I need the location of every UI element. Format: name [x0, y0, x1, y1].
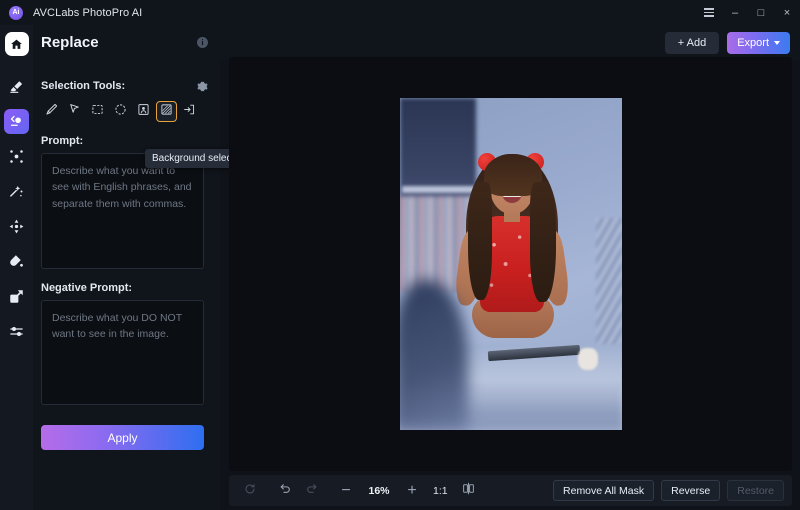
sidebar-item-adjust[interactable] [4, 319, 29, 344]
fit-ratio-button[interactable]: 1:1 [425, 485, 456, 497]
sidebar-item-erase[interactable] [4, 74, 29, 99]
selection-tools-group [33, 101, 220, 122]
negative-prompt-label: Negative Prompt: [41, 282, 133, 294]
app-window: Ai AVCLabs PhotoPro AI – □ × Replace i S… [0, 0, 800, 510]
chevron-down-icon [774, 40, 780, 45]
undo-button[interactable] [272, 480, 298, 502]
undo-arrow-icon [279, 482, 292, 500]
sidebar-item-expand[interactable] [4, 214, 29, 239]
prompt-input[interactable]: Describe what you want to see with Engli… [41, 153, 204, 269]
photo-shelf [401, 186, 476, 193]
lasso-tool[interactable] [64, 101, 85, 122]
sidebar-item-enhance[interactable] [4, 144, 29, 169]
app-title: AVCLabs PhotoPro AI [33, 6, 143, 19]
split-compare-icon [462, 482, 475, 500]
apply-button[interactable]: Apply [41, 425, 204, 450]
zoom-level-value: 16% [368, 484, 390, 497]
ellipse-icon [114, 103, 127, 121]
reset-button[interactable] [237, 480, 263, 502]
selection-tools-row: Selection Tools: [33, 73, 220, 99]
eraser-icon [9, 79, 24, 94]
magic-wand-icon [9, 184, 24, 199]
hamburger-menu-button[interactable] [696, 0, 722, 25]
redo-button[interactable] [298, 480, 324, 502]
app-logo-text: Ai [12, 9, 20, 16]
maximize-button[interactable]: □ [748, 0, 774, 25]
replace-face-icon [9, 114, 24, 129]
background-hatch-icon [160, 103, 173, 121]
enhance-sparkle-icon [9, 149, 24, 164]
hamburger-menu-icon [704, 8, 714, 17]
minimize-button[interactable]: – [722, 0, 748, 25]
bottom-right-actions: Remove All Mask Reverse Restore [553, 480, 784, 501]
brush-tool[interactable] [41, 101, 62, 122]
app-logo-icon: Ai [9, 5, 23, 20]
sidebar-item-retouch[interactable] [4, 179, 29, 204]
title-bar: Ai AVCLabs PhotoPro AI – □ × [0, 0, 800, 25]
import-selection-tool[interactable] [179, 101, 200, 122]
zoom-in-button[interactable]: + [399, 480, 425, 502]
ellipse-select-tool[interactable] [110, 101, 131, 122]
info-icon[interactable]: i [197, 37, 208, 48]
rectangle-select-tool[interactable] [87, 101, 108, 122]
sliders-icon [9, 324, 24, 339]
compare-button[interactable] [456, 480, 482, 502]
selection-tools-label: Selection Tools: [41, 80, 126, 92]
page-title: Replace [41, 34, 99, 51]
prompt-label: Prompt: [41, 135, 84, 147]
person-portrait-icon [137, 103, 150, 121]
gear-icon[interactable] [197, 81, 208, 92]
remove-all-mask-button[interactable]: Remove All Mask [553, 480, 655, 501]
photo-hair-right [529, 182, 556, 302]
sidebar-item-upscale[interactable] [4, 284, 29, 309]
close-button[interactable]: × [774, 0, 800, 25]
bottom-toolbar: − 16% + 1:1 Remove All Mask Reverse Rest… [229, 475, 792, 506]
sidebar-item-home[interactable] [4, 32, 29, 56]
reset-rotate-icon [244, 482, 256, 500]
cursor-arrow-icon [68, 103, 81, 121]
window-controls: – □ × [696, 0, 800, 25]
panel-header: Replace i [33, 25, 220, 60]
background-selection-tool[interactable] [156, 101, 177, 122]
paint-drop-icon [9, 254, 24, 269]
export-button-label: Export [737, 36, 769, 49]
reverse-button[interactable]: Reverse [661, 480, 721, 501]
sidebar-item-colorize[interactable] [4, 249, 29, 274]
left-icon-rail [0, 25, 33, 510]
canvas-photo[interactable] [399, 98, 622, 430]
photo-hair-left [467, 182, 492, 300]
subject-selection-tool[interactable] [133, 101, 154, 122]
restore-button: Restore [727, 480, 784, 501]
sidebar-item-replace[interactable] [4, 109, 29, 134]
home-icon [10, 38, 23, 51]
expand-arrows-icon [9, 219, 24, 234]
arrow-into-box-icon [183, 103, 196, 121]
brush-icon [45, 103, 58, 121]
zoom-out-button[interactable]: − [333, 480, 359, 502]
top-action-bar: + Add Export [220, 25, 800, 60]
rectangle-icon [91, 103, 104, 121]
export-button[interactable]: Export [727, 31, 790, 54]
negative-prompt-input[interactable]: Describe what you DO NOT want to see in … [41, 300, 204, 405]
canvas-area[interactable] [229, 57, 792, 471]
resize-corner-icon [9, 289, 24, 304]
add-button[interactable]: + Add [664, 31, 720, 54]
redo-arrow-icon [305, 482, 318, 500]
photo-white-cloth [577, 348, 598, 370]
